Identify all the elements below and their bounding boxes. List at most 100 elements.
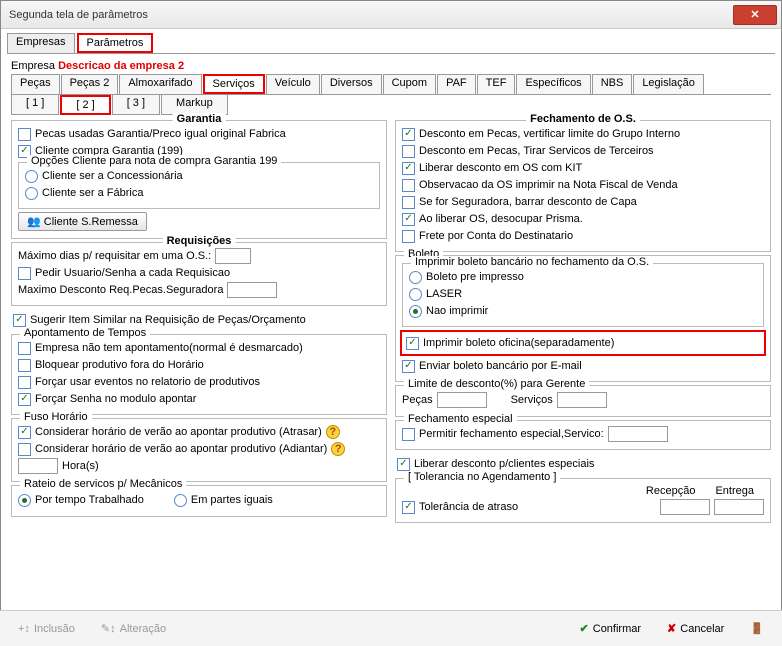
cb-liberar-cli[interactable] xyxy=(397,458,410,471)
cb-forcar-senha[interactable] xyxy=(18,393,31,406)
btn-sremessa-label: Cliente S.Remessa xyxy=(44,216,138,228)
rb-nao-imprimir[interactable] xyxy=(409,305,422,318)
subtab-especificos[interactable]: Específicos xyxy=(516,74,590,94)
lbl-max-dias: Máximo dias p/ requisitar em uma O.S.: xyxy=(18,250,211,262)
subsub-2[interactable]: [ 2 ] xyxy=(60,95,110,115)
tab-empresas[interactable]: Empresas xyxy=(7,33,75,53)
btn-exit[interactable]: 🚪 xyxy=(742,618,772,639)
subtab-pecas2[interactable]: Peças 2 xyxy=(61,74,119,94)
group-garantia: Garantia Pecas usadas Garantia/Preco igu… xyxy=(11,120,387,239)
subtab-tef[interactable]: TEF xyxy=(477,74,516,94)
cb-seguradora[interactable] xyxy=(402,196,415,209)
lbl-concessionaria: Cliente ser a Concessionária xyxy=(42,170,183,182)
lbl-partes: Em partes iguais xyxy=(191,494,273,506)
btn-inclusao[interactable]: +↕Inclusão xyxy=(10,619,83,639)
lbl-liberar-kit: Liberar desconto em OS com KIT xyxy=(419,162,582,174)
help-adiantar-icon[interactable]: ? xyxy=(331,442,345,456)
rb-tempo[interactable] xyxy=(18,494,31,507)
lbl-pecas-usadas: Pecas usadas Garantia/Preco igual origin… xyxy=(35,128,286,140)
group-fech-esp: Fechamento especial Permitir fechamento … xyxy=(395,420,771,450)
legend-garantia: Garantia xyxy=(173,113,226,125)
lbl-limite-servicos: Serviços xyxy=(511,394,553,406)
btn-alteracao[interactable]: ✎↕Alteração xyxy=(93,618,174,639)
people-icon: 👥 xyxy=(27,216,44,228)
cb-pecas-usadas[interactable] xyxy=(18,128,31,141)
titlebar: Segunda tela de parâmetros ✕ xyxy=(1,1,781,29)
cb-desc-grupo[interactable] xyxy=(402,128,415,141)
subtab-paf[interactable]: PAF xyxy=(437,74,476,94)
legend-fech-esp: Fechamento especial xyxy=(404,413,517,425)
lbl-cancelar: Cancelar xyxy=(680,623,724,635)
rb-concessionaria[interactable] xyxy=(25,170,38,183)
lbl-frete: Frete por Conta do Destinatario xyxy=(419,230,573,242)
lbl-nao-tem: Empresa não tem apontamento(normal é des… xyxy=(35,342,303,354)
rb-laser[interactable] xyxy=(409,288,422,301)
subsub-markup[interactable]: Markup xyxy=(161,95,228,115)
cb-pedir-usuario[interactable] xyxy=(18,267,31,280)
input-entrega[interactable] xyxy=(714,499,764,515)
input-limite-pecas[interactable] xyxy=(437,392,487,408)
rb-preimp[interactable] xyxy=(409,271,422,284)
input-recepcao[interactable] xyxy=(660,499,710,515)
btn-cancelar[interactable]: ✘ Cancelar xyxy=(659,618,732,639)
cb-liberar-kit[interactable] xyxy=(402,162,415,175)
subsub-1[interactable]: [ 1 ] xyxy=(11,95,59,115)
close-button[interactable]: ✕ xyxy=(733,5,777,25)
cb-prisma[interactable] xyxy=(402,213,415,226)
cb-permitir-fech[interactable] xyxy=(402,428,415,441)
group-fuso: Fuso Horário Considerar horário de verão… xyxy=(11,418,387,482)
subtab-veiculo[interactable]: Veículo xyxy=(266,74,320,94)
cb-desc-terc[interactable] xyxy=(402,145,415,158)
help-atrasar-icon[interactable]: ? xyxy=(326,425,340,439)
cb-enviar-email[interactable] xyxy=(402,360,415,373)
cb-adiantar[interactable] xyxy=(18,443,31,456)
lbl-enviar-email: Enviar boleto bancário por E-mail xyxy=(419,360,582,372)
lbl-nao-imprimir: Nao imprimir xyxy=(426,305,488,317)
cancel-icon: ✘ xyxy=(667,622,676,635)
legend-req: Requisições xyxy=(163,235,236,247)
subtab-legislacao[interactable]: Legislação xyxy=(633,74,704,94)
lbl-confirmar: Confirmar xyxy=(593,623,641,635)
cb-tol-atraso[interactable] xyxy=(402,501,415,514)
lbl-imprimir-oficina: Imprimir boleto oficina(separadamente) xyxy=(423,337,614,349)
subtab-diversos[interactable]: Diversos xyxy=(321,74,382,94)
group-imprimir-boleto: Imprimir boleto bancário no fechamento d… xyxy=(402,263,764,327)
input-limite-servicos[interactable] xyxy=(557,392,607,408)
rb-partes[interactable] xyxy=(174,494,187,507)
lbl-desc-grupo: Desconto em Pecas, vertificar limite do … xyxy=(419,128,680,140)
subtab-almox[interactable]: Almoxarifado xyxy=(119,74,201,94)
input-horas[interactable] xyxy=(18,458,58,474)
footer: +↕Inclusão ✎↕Alteração ✔Confirmar ✘ Cance… xyxy=(0,610,782,646)
lbl-sugerir: Sugerir Item Similar na Requisição de Pe… xyxy=(30,314,306,326)
subtab-pecas[interactable]: Peças xyxy=(11,74,60,94)
cb-nao-tem[interactable] xyxy=(18,342,31,355)
btn-cliente-sremessa[interactable]: 👥 Cliente S.Remessa xyxy=(18,212,147,231)
subsub-3[interactable]: [ 3 ] xyxy=(112,95,160,115)
empresa-row: Empresa Descricao da empresa 2 xyxy=(11,60,771,72)
subtab-nbs[interactable]: NBS xyxy=(592,74,633,94)
btn-confirmar[interactable]: ✔Confirmar xyxy=(572,618,650,639)
lbl-adiantar: Considerar horário de verão ao apontar p… xyxy=(35,443,327,455)
subtab-servicos[interactable]: Serviços xyxy=(203,74,265,94)
input-fech-esp[interactable] xyxy=(608,426,668,442)
cb-obs-os[interactable] xyxy=(402,179,415,192)
door-icon: 🚪 xyxy=(750,622,764,635)
legend-limite: Limite de desconto(%) para Gerente xyxy=(404,378,589,390)
cb-sugerir[interactable] xyxy=(13,314,26,327)
rb-fabrica[interactable] xyxy=(25,187,38,200)
cb-forcar-eventos[interactable] xyxy=(18,376,31,389)
cb-frete[interactable] xyxy=(402,230,415,243)
legend-opcoes: Opções Cliente para nota de compra Garan… xyxy=(27,155,281,167)
cb-bloquear[interactable] xyxy=(18,359,31,372)
cb-imprimir-oficina[interactable] xyxy=(406,337,419,350)
lbl-horas: Hora(s) xyxy=(62,460,99,472)
legend-tol: [ Tolerancia no Agendamento ] xyxy=(404,471,560,483)
subtab-cupom[interactable]: Cupom xyxy=(383,74,436,94)
lbl-inclusao: Inclusão xyxy=(34,623,75,635)
input-max-desc[interactable] xyxy=(227,282,277,298)
empresa-value: Descricao da empresa 2 xyxy=(58,60,184,72)
cb-atrasar[interactable] xyxy=(18,426,31,439)
lbl-liberar-cli: Liberar desconto p/clientes especiais xyxy=(414,458,594,470)
tab-parametros[interactable]: Parâmetros xyxy=(77,33,154,53)
input-max-dias[interactable] xyxy=(215,248,251,264)
